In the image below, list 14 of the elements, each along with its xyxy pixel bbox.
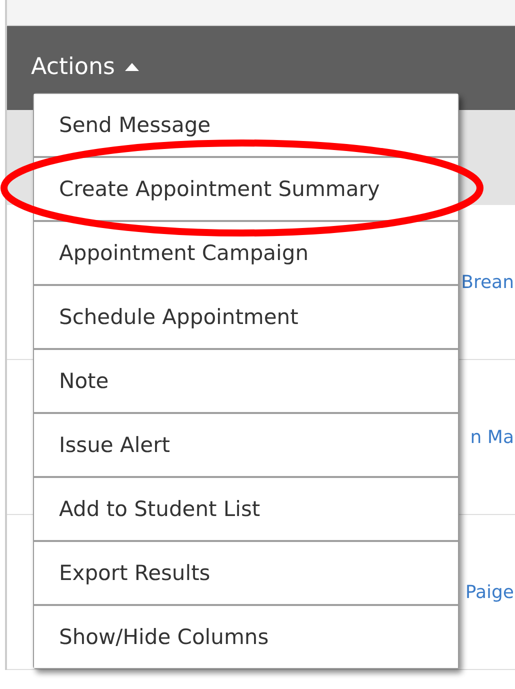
menu-item[interactable]: Create Appointment Summary [34, 156, 458, 220]
menu-item[interactable]: Appointment Campaign [34, 220, 458, 284]
menu-item[interactable]: Send Message [34, 94, 458, 156]
student-name-link[interactable]: Brean [461, 272, 515, 292]
student-name-link[interactable]: Paige [465, 582, 515, 602]
menu-item[interactable]: Show/Hide Columns [34, 604, 458, 668]
menu-item[interactable]: Schedule Appointment [34, 284, 458, 348]
menu-item[interactable]: Add to Student List [34, 476, 458, 540]
menu-item[interactable]: Export Results [34, 540, 458, 604]
student-name-link[interactable]: n Ma [470, 426, 515, 448]
menu-item[interactable]: Note [34, 348, 458, 412]
actions-button[interactable]: Actions [31, 54, 140, 80]
menu-item[interactable]: Issue Alert [34, 412, 458, 476]
caret-icon [125, 63, 140, 71]
